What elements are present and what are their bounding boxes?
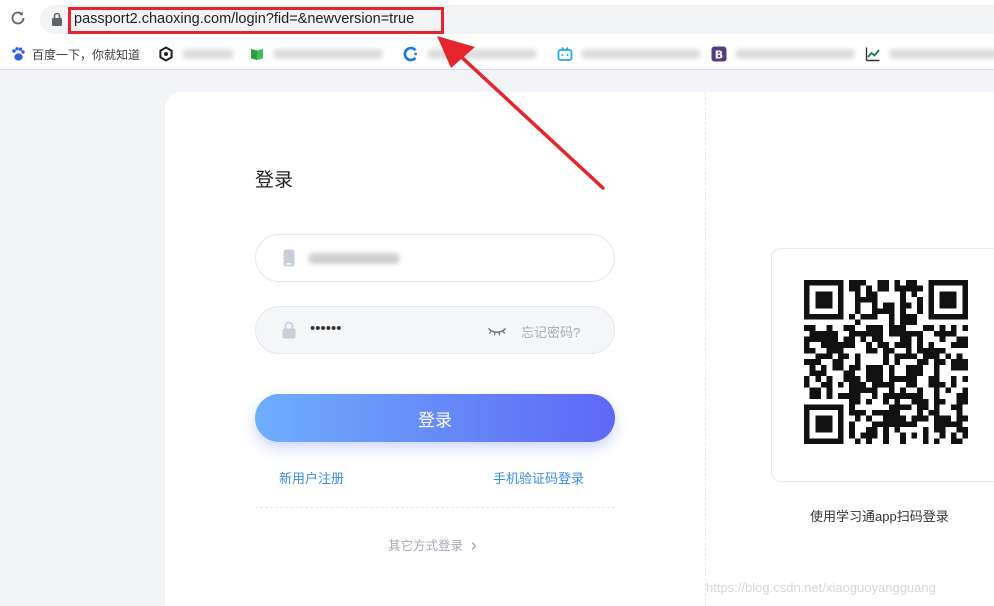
bilibili-tv-icon bbox=[557, 47, 573, 61]
blurred-label bbox=[735, 49, 855, 59]
bookmark-baidu[interactable]: 百度一下，你就知道 bbox=[10, 45, 140, 63]
bootstrap-b-icon: B bbox=[711, 46, 727, 62]
padlock-icon bbox=[282, 321, 296, 339]
watermark: https://blog.csdn.net/xiaoguoyangguang bbox=[706, 580, 936, 595]
lock-icon[interactable] bbox=[50, 11, 64, 27]
browser-toolbar: passport2.chaoxing.com/login?fid=&newver… bbox=[0, 0, 994, 38]
bookmark-item[interactable] bbox=[557, 45, 701, 63]
blurred-label bbox=[889, 49, 994, 59]
bookmark-label: 百度一下，你就知道 bbox=[32, 47, 141, 62]
phone-icon bbox=[283, 249, 295, 267]
bookmark-item[interactable]: B bbox=[711, 45, 855, 63]
phone-input[interactable] bbox=[255, 234, 615, 282]
bookmark-item[interactable] bbox=[158, 45, 234, 63]
chart-line-icon bbox=[865, 47, 880, 62]
password-input[interactable]: •••••• 忘记密码? bbox=[255, 306, 615, 354]
blurred-label bbox=[273, 49, 383, 59]
chevron-right-icon bbox=[471, 542, 476, 550]
url-text[interactable]: passport2.chaoxing.com/login?fid=&newver… bbox=[74, 11, 414, 27]
qr-caption: 使用学习通app扫码登录 bbox=[810, 509, 949, 524]
bookmark-item[interactable] bbox=[865, 45, 994, 63]
blue-c-icon bbox=[403, 46, 417, 62]
forgot-password-link[interactable]: 忘记密码? bbox=[521, 322, 580, 341]
qr-code-image[interactable] bbox=[803, 280, 969, 444]
eye-closed-icon[interactable] bbox=[487, 324, 507, 338]
blurred-label bbox=[581, 49, 701, 59]
blurred-label bbox=[427, 49, 537, 59]
horizontal-divider bbox=[255, 507, 615, 508]
register-link[interactable]: 新用户注册 bbox=[279, 468, 344, 487]
baidu-paw-icon bbox=[12, 47, 25, 61]
login-title: 登录 bbox=[255, 170, 294, 191]
green-book-icon bbox=[251, 49, 263, 60]
bookmarks-bar: 百度一下，你就知道 B bbox=[0, 38, 994, 70]
reload-icon[interactable] bbox=[9, 9, 27, 27]
other-login-label: 其它方式登录 bbox=[388, 539, 464, 553]
bookmark-item[interactable] bbox=[403, 45, 537, 63]
blurred-label bbox=[182, 49, 234, 59]
blurred-phone-value bbox=[308, 253, 400, 264]
svg-text:B: B bbox=[715, 48, 723, 61]
sms-login-link[interactable]: 手机验证码登录 bbox=[493, 468, 584, 487]
hexagon-icon bbox=[159, 46, 173, 62]
bookmark-item[interactable] bbox=[249, 45, 383, 63]
login-button[interactable]: 登录 bbox=[255, 394, 615, 442]
vertical-divider bbox=[705, 92, 706, 606]
password-value: •••••• bbox=[310, 320, 342, 337]
other-login-methods[interactable]: 其它方式登录 bbox=[388, 535, 478, 554]
